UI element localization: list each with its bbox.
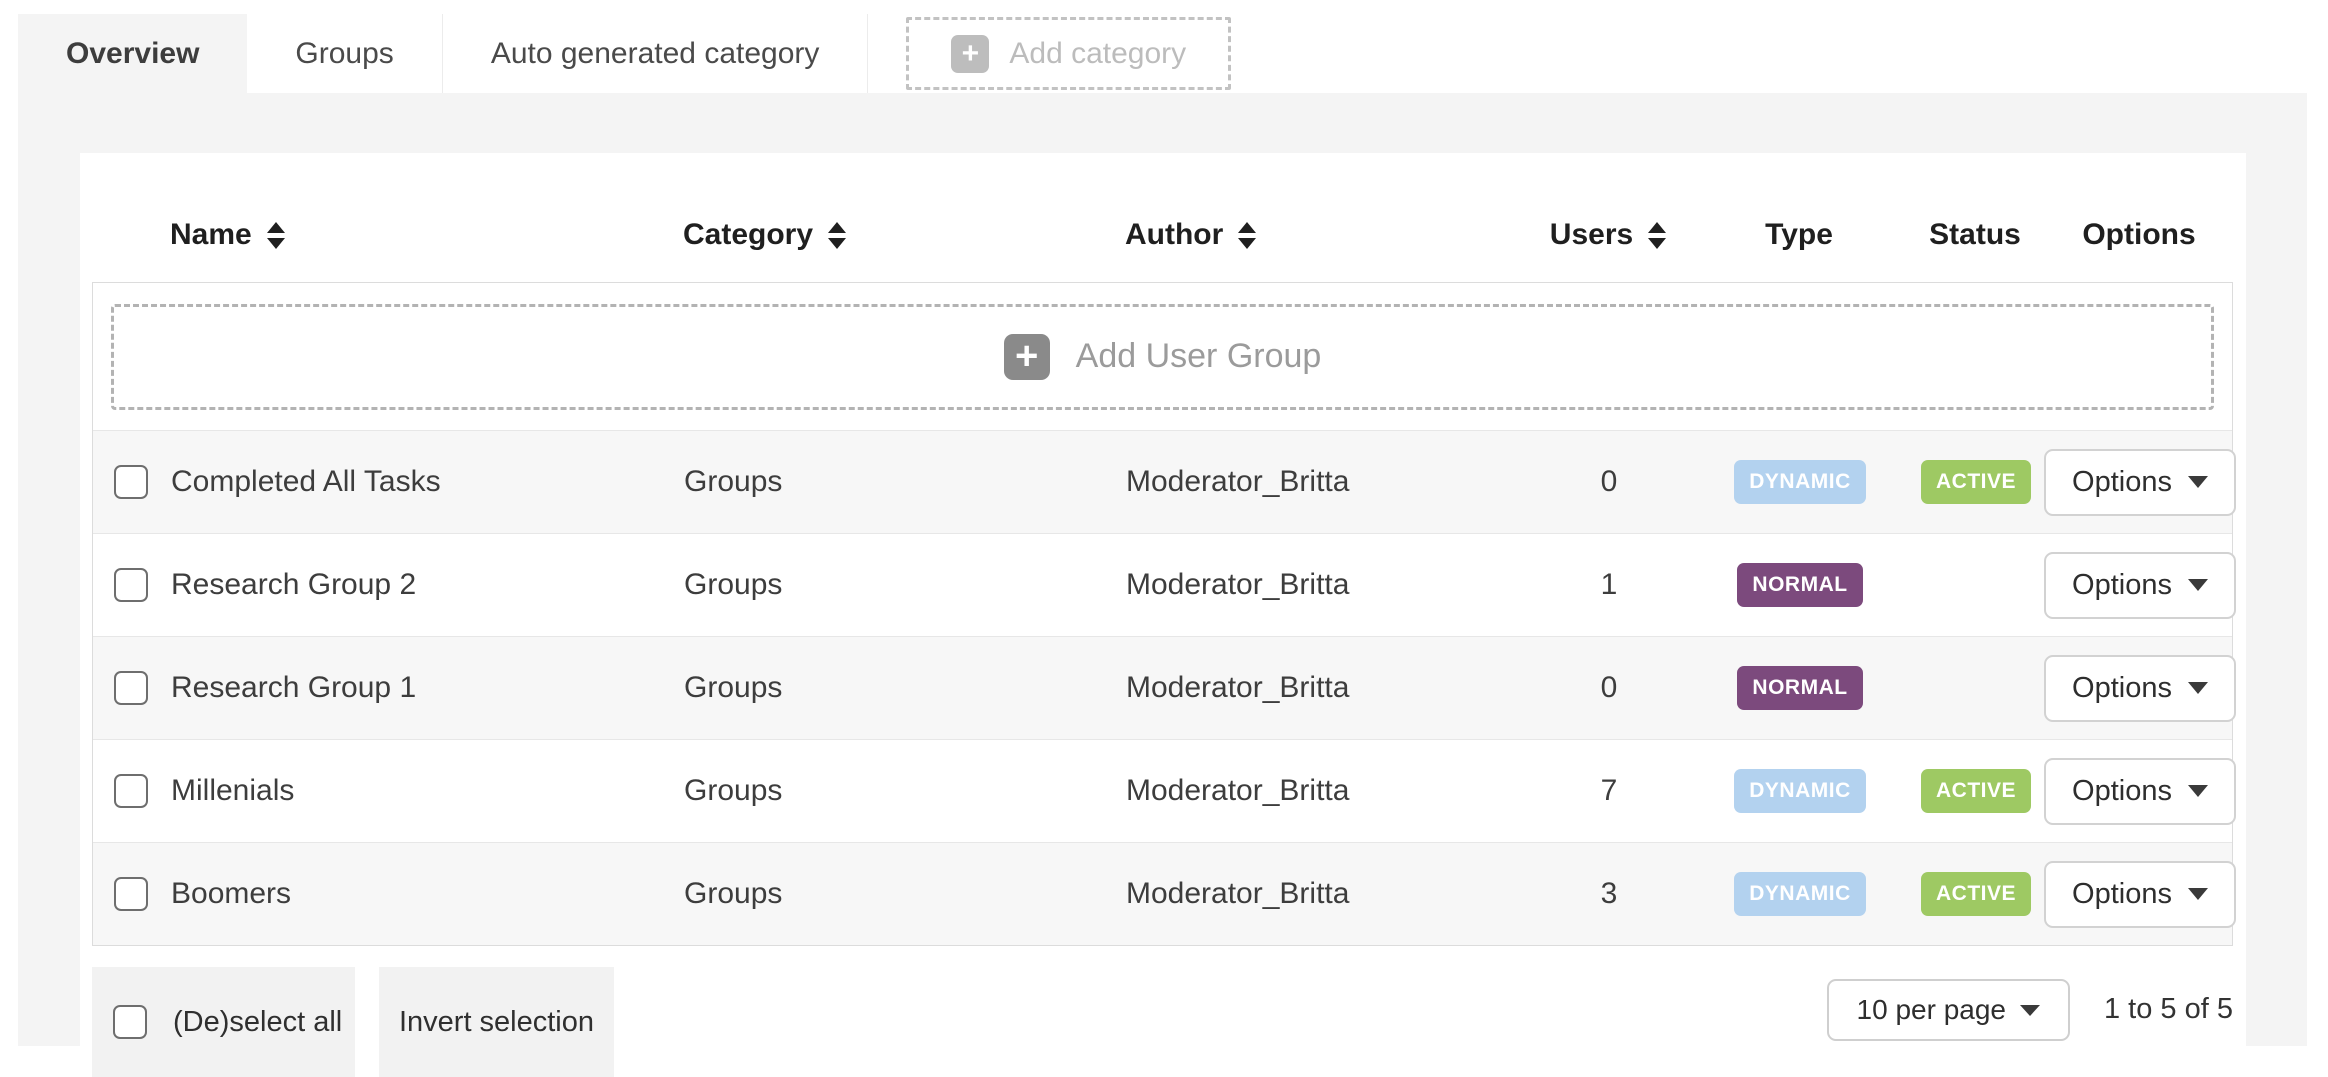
column-header-name[interactable]: Name xyxy=(170,218,683,252)
options-button-label: Options xyxy=(2072,878,2172,911)
cell-category: Groups xyxy=(684,465,782,499)
cell-users: 0 xyxy=(1601,671,1618,705)
column-header-status-label: Status xyxy=(1929,218,2021,252)
cell-name: Research Group 1 xyxy=(171,671,416,705)
tab-groups[interactable]: Groups xyxy=(247,14,442,93)
column-header-category[interactable]: Category xyxy=(683,218,1125,252)
plus-icon: + xyxy=(1004,334,1050,380)
add-user-group-dropzone[interactable]: + Add User Group xyxy=(111,304,2214,410)
caret-down-icon xyxy=(2020,1005,2040,1016)
column-header-author-label: Author xyxy=(1125,218,1223,252)
invert-selection-label: Invert selection xyxy=(399,1006,594,1039)
sort-icon[interactable] xyxy=(828,222,846,249)
cell-users: 7 xyxy=(1601,774,1618,808)
table-row: Millenials Groups Moderator_Britta 7 DYN… xyxy=(93,739,2232,842)
cell-category: Groups xyxy=(684,568,782,602)
type-badge: DYNAMIC xyxy=(1734,872,1866,916)
table-header: Name Category Author Users Type Status O… xyxy=(92,153,2233,282)
column-header-status: Status xyxy=(1905,218,2045,252)
options-button-label: Options xyxy=(2072,466,2172,499)
user-groups-table: + Add User Group Completed All Tasks Gro… xyxy=(92,282,2233,946)
status-badge: ACTIVE xyxy=(1921,872,2031,916)
plus-icon: + xyxy=(951,35,989,73)
per-page-select[interactable]: 10 per page xyxy=(1827,979,2070,1041)
table-row: Boomers Groups Moderator_Britta 3 DYNAMI… xyxy=(93,842,2232,945)
add-user-group-button[interactable]: + Add User Group xyxy=(93,283,2232,430)
table-row: Research Group 1 Groups Moderator_Britta… xyxy=(93,636,2232,739)
sort-icon[interactable] xyxy=(267,222,285,249)
cell-category: Groups xyxy=(684,671,782,705)
cell-name: Completed All Tasks xyxy=(171,465,441,499)
caret-down-icon xyxy=(2188,785,2208,797)
status-badge: ACTIVE xyxy=(1921,460,2031,504)
options-button-label: Options xyxy=(2072,775,2172,808)
options-button[interactable]: Options xyxy=(2044,861,2236,928)
column-header-type: Type xyxy=(1693,218,1905,252)
options-button[interactable]: Options xyxy=(2044,449,2236,516)
type-badge: DYNAMIC xyxy=(1734,769,1866,813)
cell-name: Millenials xyxy=(171,774,294,808)
column-header-options: Options xyxy=(2045,218,2233,252)
cell-author: Moderator_Britta xyxy=(1126,568,1349,602)
tab-auto-generated-category-label: Auto generated category xyxy=(491,37,820,71)
cell-users: 3 xyxy=(1601,877,1618,911)
row-checkbox[interactable] xyxy=(114,671,148,705)
caret-down-icon xyxy=(2188,682,2208,694)
per-page-label: 10 per page xyxy=(1857,994,2006,1026)
add-user-group-label: Add User Group xyxy=(1076,337,1322,376)
column-header-category-label: Category xyxy=(683,218,813,252)
type-badge: NORMAL xyxy=(1737,563,1862,607)
tab-add-category[interactable]: + Add category xyxy=(906,17,1231,90)
deselect-all-button[interactable]: (De)select all xyxy=(92,967,355,1077)
cell-author: Moderator_Britta xyxy=(1126,774,1349,808)
cell-name: Boomers xyxy=(171,877,291,911)
row-checkbox[interactable] xyxy=(114,465,148,499)
column-header-name-label: Name xyxy=(170,218,252,252)
options-button[interactable]: Options xyxy=(2044,758,2236,825)
type-badge: NORMAL xyxy=(1737,666,1862,710)
row-checkbox[interactable] xyxy=(114,568,148,602)
column-header-type-label: Type xyxy=(1765,218,1833,252)
type-badge: DYNAMIC xyxy=(1734,460,1866,504)
tab-overview-label: Overview xyxy=(66,37,199,71)
row-checkbox[interactable] xyxy=(114,877,148,911)
select-all-checkbox[interactable] xyxy=(113,1005,147,1039)
cell-users: 0 xyxy=(1601,465,1618,499)
tab-bar: Overview Groups Auto generated category … xyxy=(18,14,1231,93)
table-footer: (De)select all Invert selection 10 per p… xyxy=(92,967,2233,1077)
cell-category: Groups xyxy=(684,877,782,911)
sort-icon[interactable] xyxy=(1648,222,1666,249)
cell-author: Moderator_Britta xyxy=(1126,877,1349,911)
options-button[interactable]: Options xyxy=(2044,655,2236,722)
tab-groups-label: Groups xyxy=(295,37,393,71)
status-badge: ACTIVE xyxy=(1921,769,2031,813)
options-button-label: Options xyxy=(2072,569,2172,602)
caret-down-icon xyxy=(2188,888,2208,900)
cell-author: Moderator_Britta xyxy=(1126,671,1349,705)
tab-add-category-label: Add category xyxy=(1009,37,1186,71)
column-header-users-label: Users xyxy=(1550,218,1633,252)
tab-overview[interactable]: Overview xyxy=(18,14,247,93)
caret-down-icon xyxy=(2188,476,2208,488)
column-header-options-label: Options xyxy=(2082,218,2195,252)
deselect-all-label: (De)select all xyxy=(173,1006,342,1039)
caret-down-icon xyxy=(2188,579,2208,591)
results-range: 1 to 5 of 5 xyxy=(2104,993,2233,1026)
sort-icon[interactable] xyxy=(1238,222,1256,249)
table-row: Research Group 2 Groups Moderator_Britta… xyxy=(93,533,2232,636)
user-groups-card: Name Category Author Users Type Status O… xyxy=(80,153,2246,1046)
options-button[interactable]: Options xyxy=(2044,552,2236,619)
tab-auto-generated-category[interactable]: Auto generated category xyxy=(443,14,869,93)
invert-selection-button[interactable]: Invert selection xyxy=(379,967,614,1077)
cell-category: Groups xyxy=(684,774,782,808)
column-header-author[interactable]: Author xyxy=(1125,218,1523,252)
cell-name: Research Group 2 xyxy=(171,568,416,602)
cell-users: 1 xyxy=(1601,568,1618,602)
column-header-users[interactable]: Users xyxy=(1523,218,1693,252)
options-button-label: Options xyxy=(2072,672,2172,705)
table-row: Completed All Tasks Groups Moderator_Bri… xyxy=(93,430,2232,533)
row-checkbox[interactable] xyxy=(114,774,148,808)
cell-author: Moderator_Britta xyxy=(1126,465,1349,499)
